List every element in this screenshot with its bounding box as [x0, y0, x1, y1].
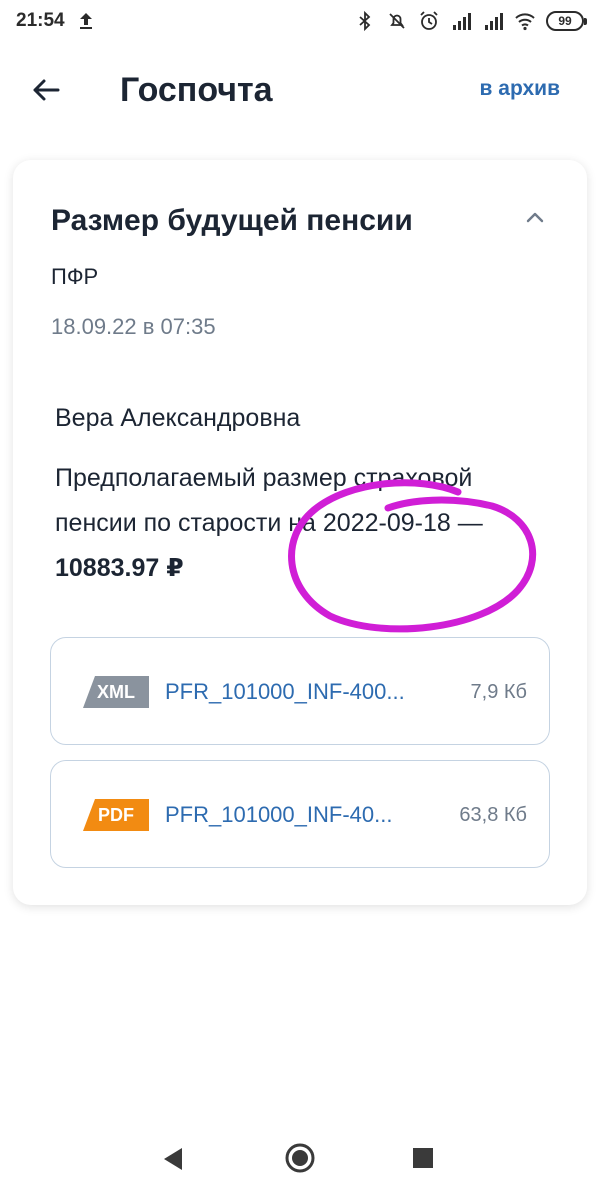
chevron-up-icon[interactable]: [521, 204, 549, 232]
attachment-filename: PFR_101000_INF-40...: [165, 802, 393, 827]
attachment-size: 7,9 Кб: [470, 681, 527, 703]
message-sender: ПФР: [51, 264, 99, 289]
message-body: Предполагаемый размер страховой пенсии п…: [55, 456, 525, 591]
arrow-left-icon: [33, 79, 60, 101]
message-title: Размер будущей пенсии: [51, 204, 413, 237]
message-datetime: 18.09.22 в 07:35: [51, 314, 216, 339]
attachment-filename: PFR_101000_INF-400...: [165, 679, 405, 704]
status-time: 21:54: [16, 10, 65, 31]
pdf-badge-label: PDF: [98, 804, 134, 825]
nav-back-icon[interactable]: [160, 1144, 186, 1174]
app-header: Госпочта в архив: [0, 55, 600, 125]
bluetooth-icon: [359, 10, 371, 32]
mute-icon: [389, 13, 405, 29]
wifi-icon: [515, 13, 535, 31]
recipient-name: Вера Александровна: [55, 404, 301, 432]
nav-home-icon[interactable]: [284, 1142, 316, 1174]
pension-amount: 10883.97 ₽: [55, 554, 184, 582]
upload-arrow-icon: [79, 13, 92, 29]
attachment-xml[interactable]: XML PFR_101000_INF-400... 7,9 Кб: [50, 637, 550, 745]
back-button[interactable]: [28, 72, 64, 108]
pdf-file-icon: PDF: [83, 799, 149, 831]
archive-button[interactable]: в архив: [480, 77, 560, 101]
status-bar: 21:54 99: [0, 0, 600, 42]
xml-file-icon: XML: [83, 676, 149, 708]
battery-indicator: 99: [546, 11, 587, 31]
attachment-size: 63,8 Кб: [459, 804, 527, 826]
nav-recents-icon[interactable]: [412, 1147, 434, 1169]
page-title: Госпочта: [120, 71, 273, 109]
status-left: 21:54: [16, 10, 97, 32]
navigation-bar: [0, 1130, 600, 1190]
xml-badge-label: XML: [97, 681, 135, 702]
message-card: Размер будущей пенсии ПФР 18.09.22 в 07:…: [13, 160, 587, 905]
signal-icon: [453, 13, 471, 30]
signal-icon: [485, 13, 503, 30]
alarm-icon: [420, 11, 438, 30]
status-right: 99: [354, 10, 587, 32]
message-body-text: Предполагаемый размер страховой пенсии п…: [55, 464, 483, 537]
attachment-pdf[interactable]: PDF PFR_101000_INF-40... 63,8 Кб: [50, 760, 550, 868]
